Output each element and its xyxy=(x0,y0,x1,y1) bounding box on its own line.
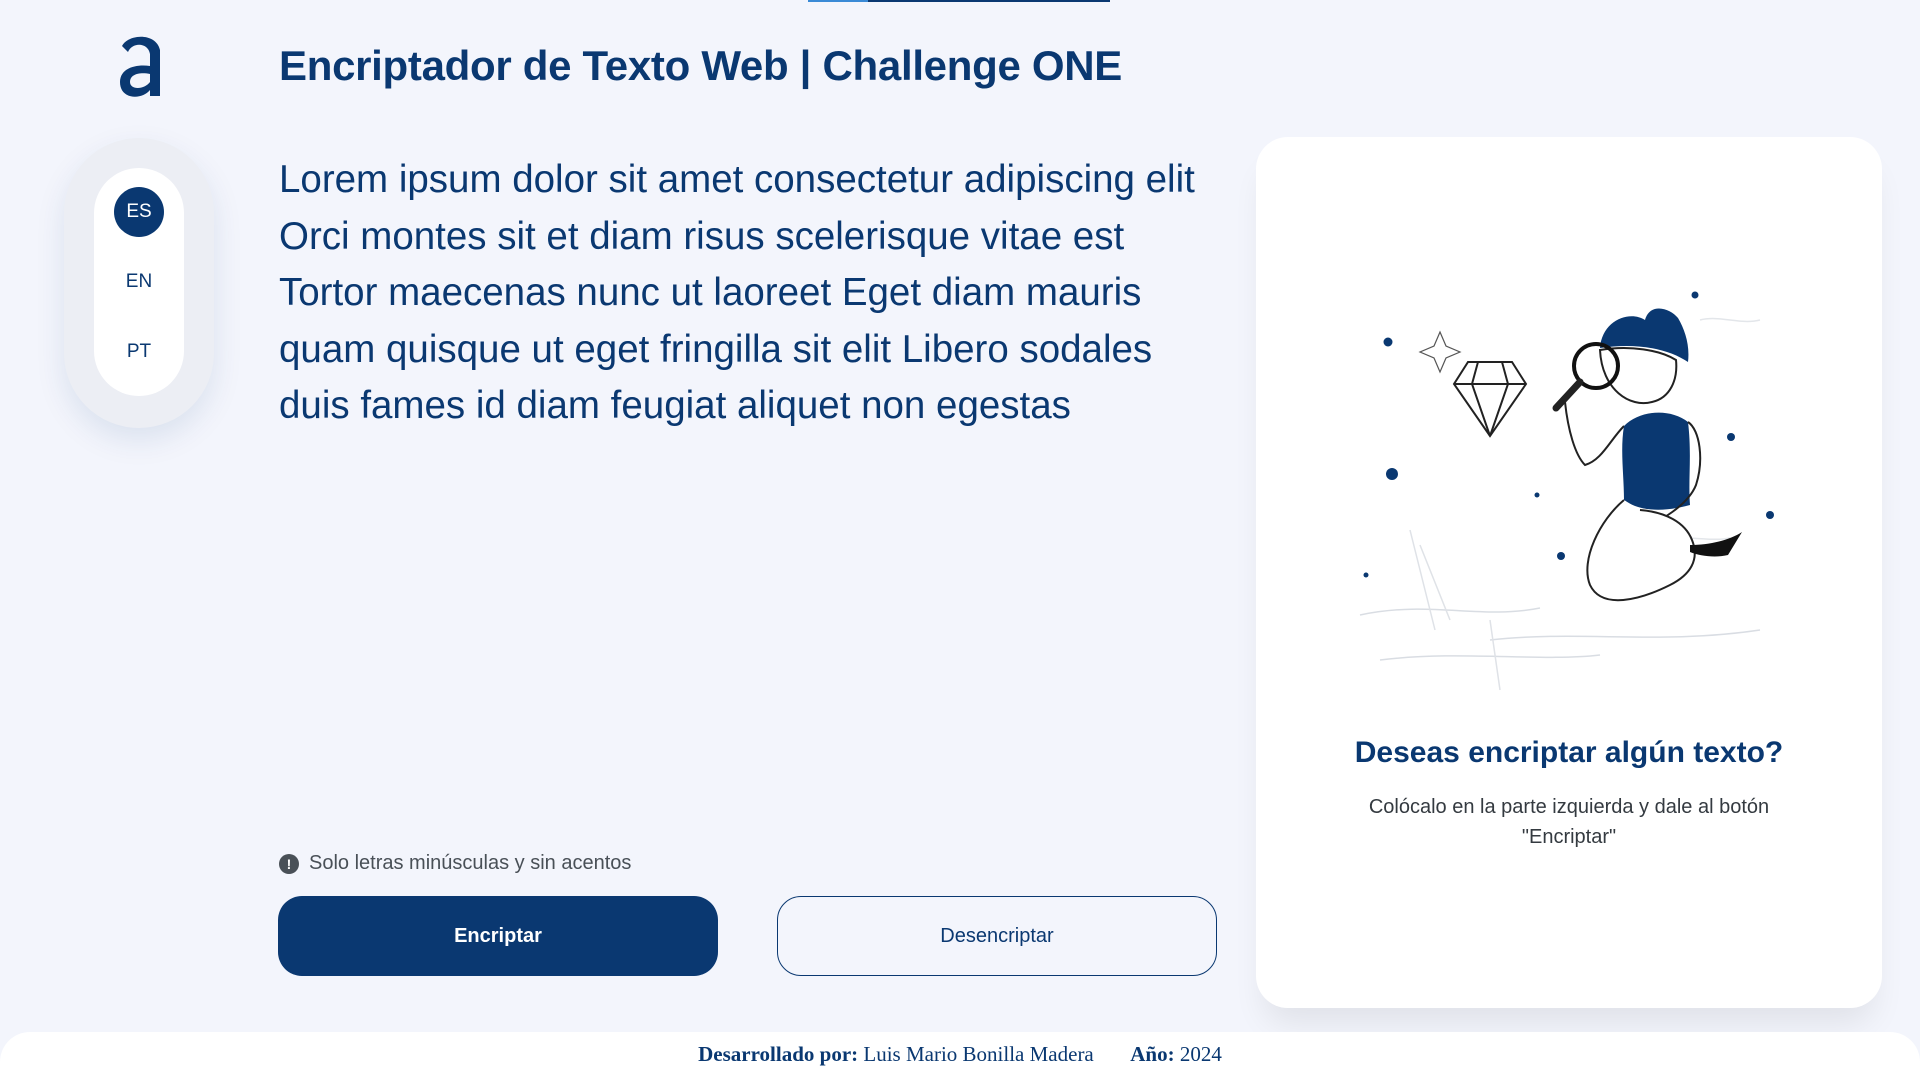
input-text-area[interactable]: Lorem ipsum dolor sit amet consectetur a… xyxy=(279,152,1219,792)
encrypt-button[interactable]: Encriptar xyxy=(278,896,718,976)
footer: Desarrollado por: Luis Mario Bonilla Mad… xyxy=(0,1032,1920,1080)
decrypt-button[interactable]: Desencriptar xyxy=(777,896,1217,976)
footer-developer-name: Luis Mario Bonilla Madera xyxy=(863,1042,1094,1066)
alura-a-logo-icon xyxy=(120,36,160,97)
language-option-es[interactable]: ES xyxy=(114,187,164,237)
page-title: Encriptador de Texto Web | Challenge ONE xyxy=(279,42,1122,89)
footer-year: 2024 xyxy=(1179,1042,1222,1066)
output-panel-message: Colócalo en la parte izquierda y dale al… xyxy=(1368,796,1770,848)
person-inspecting-diamond-illustration xyxy=(1359,291,1774,691)
language-option-en[interactable]: EN xyxy=(114,257,164,307)
exclamation-circle-icon: ! xyxy=(279,853,299,874)
top-progress-bar xyxy=(808,0,1110,2)
top-progress-accent xyxy=(808,0,868,2)
footer-developed-label: Desarrollado por: xyxy=(698,1042,859,1066)
output-panel-title: Deseas encriptar algún texto? xyxy=(1354,736,1784,769)
input-hint: ! Solo letras minúsculas y sin acentos xyxy=(279,852,631,875)
footer-year-label: Año: xyxy=(1130,1042,1175,1066)
language-option-pt[interactable]: PT xyxy=(114,327,164,377)
input-hint-text: Solo letras minúsculas y sin acentos xyxy=(309,852,632,874)
